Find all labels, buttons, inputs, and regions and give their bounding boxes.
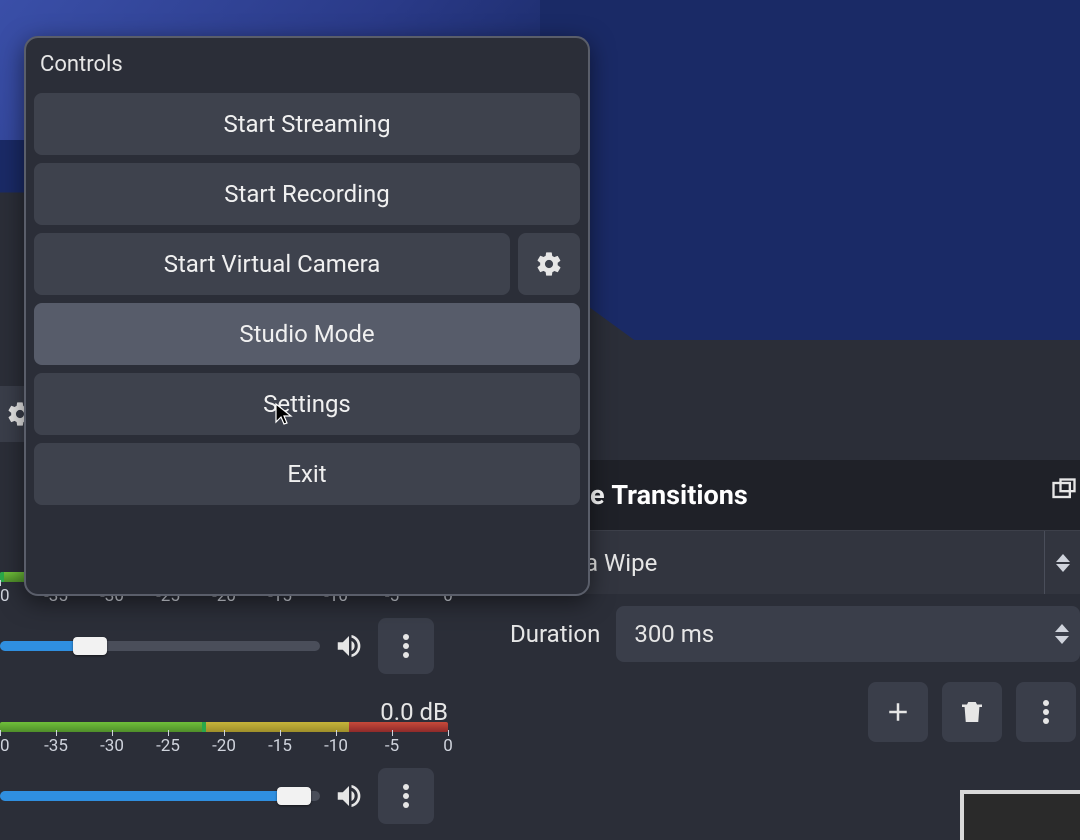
dock-popout-button[interactable] (1050, 476, 1080, 506)
start-recording-button[interactable]: Start Recording (34, 163, 580, 225)
slider-thumb[interactable] (277, 787, 311, 805)
chevron-up-icon (1056, 554, 1070, 562)
audio-track-menu-button-1[interactable] (378, 618, 434, 674)
duration-stepper[interactable] (1044, 606, 1080, 662)
chevron-up-icon (1055, 624, 1069, 632)
transition-properties-button[interactable] (1016, 682, 1076, 742)
duration-value: 300 ms (634, 620, 1044, 648)
studio-mode-button[interactable]: Studio Mode (34, 303, 580, 365)
scene-transitions-title: Transitions (611, 479, 747, 511)
start-streaming-button[interactable]: Start Streaming (34, 93, 580, 155)
plus-icon (883, 697, 913, 727)
chevron-down-icon (1055, 636, 1069, 644)
trash-icon (957, 697, 987, 727)
add-transition-button[interactable] (868, 682, 928, 742)
transition-selected-value: Wipe (604, 549, 657, 577)
remove-transition-button[interactable] (942, 682, 1002, 742)
controls-title: Controls (34, 52, 580, 85)
speaker-icon[interactable] (334, 631, 364, 661)
duration-label: Duration (510, 620, 600, 648)
slider-thumb[interactable] (73, 637, 107, 655)
preview-thumbnail (960, 790, 1080, 840)
settings-button[interactable]: Settings (34, 373, 580, 435)
speaker-icon[interactable] (334, 781, 364, 811)
duration-input[interactable]: 300 ms (616, 606, 1080, 662)
gear-icon (535, 250, 563, 278)
controls-dock: Controls Start Streaming Start Recording… (24, 36, 590, 596)
virtual-camera-settings-button[interactable] (518, 233, 580, 295)
start-virtual-camera-button[interactable]: Start Virtual Camera (34, 233, 510, 295)
audio-ticks-2: 40-35-30-25-20-15-10-50 (0, 736, 448, 764)
chevron-down-icon (1056, 564, 1070, 572)
popout-icon (1050, 476, 1078, 504)
audio-track-menu-button-2[interactable] (378, 768, 434, 824)
exit-button[interactable]: Exit (34, 443, 580, 505)
transition-select-stepper[interactable] (1044, 531, 1080, 594)
audio-volume-slider-2[interactable] (0, 791, 320, 801)
audio-volume-slider-1[interactable] (0, 641, 320, 651)
